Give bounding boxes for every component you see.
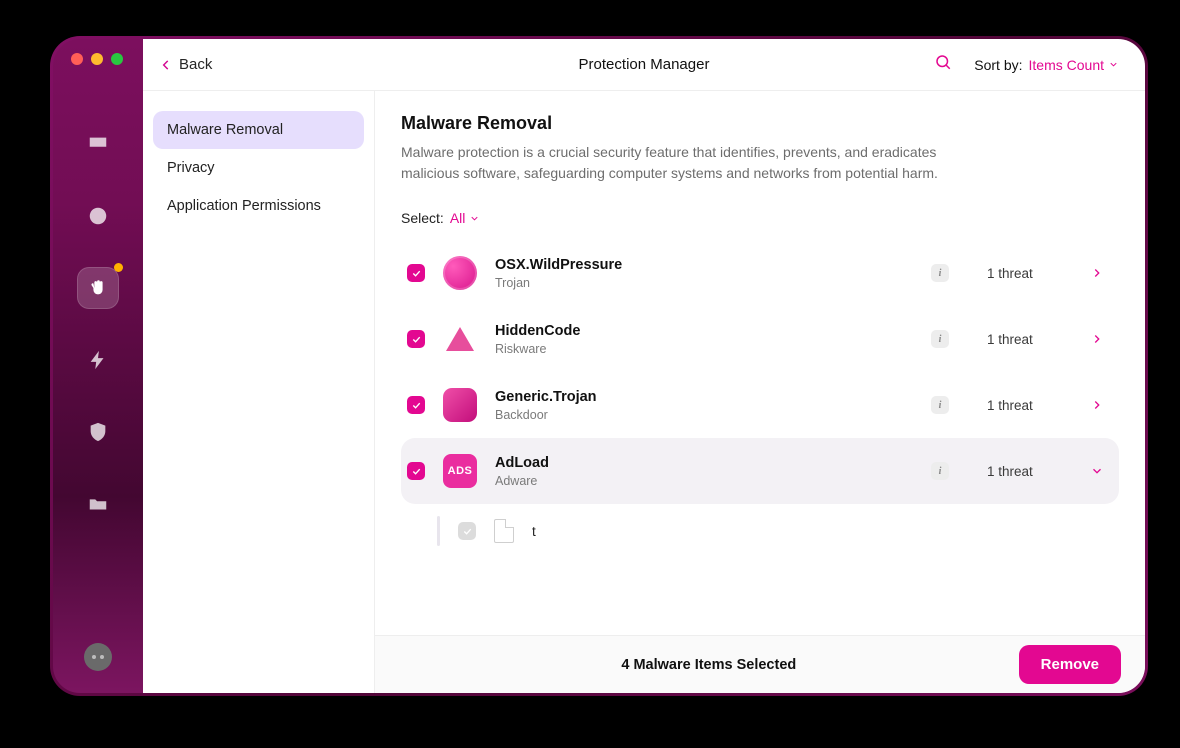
hand-icon bbox=[87, 277, 109, 299]
bolt-icon bbox=[87, 349, 109, 371]
category-item[interactable]: Application Permissions bbox=[153, 187, 364, 225]
sidebar-item-files[interactable] bbox=[77, 483, 119, 525]
page-title: Protection Manager bbox=[579, 56, 710, 73]
shield-icon bbox=[87, 421, 109, 443]
section-heading: Malware Removal bbox=[401, 113, 1119, 134]
clock-icon bbox=[443, 256, 477, 290]
threat-kind: Backdoor bbox=[495, 408, 597, 422]
sidebar-item-apps[interactable] bbox=[77, 411, 119, 453]
info-icon[interactable]: i bbox=[931, 330, 949, 348]
selection-status: 4 Malware Items Selected bbox=[399, 657, 1019, 673]
ads-icon: ADS bbox=[443, 454, 477, 488]
threat-kind: Trojan bbox=[495, 276, 622, 290]
category-item[interactable]: Malware Removal bbox=[153, 111, 364, 149]
expand-toggle[interactable] bbox=[1085, 332, 1109, 346]
threat-row[interactable]: OSX.WildPressure Trojan i 1 threat bbox=[401, 240, 1119, 306]
sort-control[interactable]: Sort by: Items Count bbox=[974, 57, 1119, 73]
sort-value: Items Count bbox=[1029, 57, 1104, 73]
folder-icon bbox=[87, 493, 109, 515]
threat-child-row[interactable]: t bbox=[401, 504, 1119, 558]
threat-count: 1 threat bbox=[987, 464, 1067, 479]
section-description: Malware protection is a crucial security… bbox=[401, 142, 941, 184]
search-button[interactable] bbox=[934, 53, 952, 76]
remove-button[interactable]: Remove bbox=[1019, 645, 1121, 684]
chevron-down-icon bbox=[469, 213, 480, 224]
search-icon bbox=[934, 53, 952, 71]
row-checkbox[interactable] bbox=[407, 462, 425, 480]
category-list: Malware RemovalPrivacyApplication Permis… bbox=[143, 91, 375, 693]
threat-row[interactable]: HiddenCode Riskware i 1 threat bbox=[401, 306, 1119, 372]
window-traffic-lights[interactable] bbox=[53, 53, 123, 65]
threat-row[interactable]: Generic.Trojan Backdoor i 1 threat bbox=[401, 372, 1119, 438]
select-value: All bbox=[450, 210, 466, 226]
topbar: Back Protection Manager Sort by: Items C… bbox=[143, 39, 1145, 91]
account-icon[interactable] bbox=[84, 643, 112, 671]
expand-toggle[interactable] bbox=[1085, 266, 1109, 280]
info-icon[interactable]: i bbox=[931, 264, 949, 282]
threat-name: HiddenCode bbox=[495, 323, 580, 339]
file-icon bbox=[494, 519, 514, 543]
back-button[interactable]: Back bbox=[159, 56, 212, 73]
zoom-window-icon[interactable] bbox=[111, 53, 123, 65]
sidebar-item-protection[interactable] bbox=[77, 267, 119, 309]
sort-label: Sort by: bbox=[974, 57, 1022, 73]
expand-toggle[interactable] bbox=[1085, 464, 1109, 478]
threat-kind: Adware bbox=[495, 474, 549, 488]
expand-toggle[interactable] bbox=[1085, 398, 1109, 412]
footer: 4 Malware Items Selected Remove bbox=[375, 635, 1145, 693]
threat-count: 1 threat bbox=[987, 332, 1067, 347]
close-window-icon[interactable] bbox=[71, 53, 83, 65]
sidebar-item-speed[interactable] bbox=[77, 339, 119, 381]
threat-count: 1 threat bbox=[987, 398, 1067, 413]
threat-name: OSX.WildPressure bbox=[495, 257, 622, 273]
row-checkbox[interactable] bbox=[407, 396, 425, 414]
face-icon bbox=[87, 205, 109, 227]
row-checkbox[interactable] bbox=[407, 330, 425, 348]
category-item[interactable]: Privacy bbox=[153, 149, 364, 187]
minimize-window-icon[interactable] bbox=[91, 53, 103, 65]
file-name: t bbox=[532, 524, 536, 539]
tree-line bbox=[437, 516, 440, 546]
select-control[interactable]: Select: All bbox=[401, 210, 1119, 226]
door-icon bbox=[443, 388, 477, 422]
sidebar-item-cleanup[interactable] bbox=[77, 195, 119, 237]
threat-name: AdLoad bbox=[495, 455, 549, 471]
threat-kind: Riskware bbox=[495, 342, 580, 356]
content-area: Back Protection Manager Sort by: Items C… bbox=[143, 39, 1145, 693]
chevron-down-icon bbox=[1108, 59, 1119, 70]
threat-name: Generic.Trojan bbox=[495, 389, 597, 405]
info-icon[interactable]: i bbox=[931, 462, 949, 480]
info-icon[interactable]: i bbox=[931, 396, 949, 414]
sidebar-item-dashboard[interactable] bbox=[77, 123, 119, 165]
row-checkbox[interactable] bbox=[407, 264, 425, 282]
threat-row[interactable]: ADS AdLoad Adware i 1 threat bbox=[401, 438, 1119, 504]
row-checkbox[interactable] bbox=[458, 522, 476, 540]
back-label: Back bbox=[179, 56, 212, 73]
warning-triangle-icon bbox=[443, 322, 477, 356]
monitor-icon bbox=[87, 133, 109, 155]
app-sidebar bbox=[53, 39, 143, 693]
chevron-left-icon bbox=[159, 58, 173, 72]
threat-count: 1 threat bbox=[987, 266, 1067, 281]
select-label: Select: bbox=[401, 210, 444, 226]
